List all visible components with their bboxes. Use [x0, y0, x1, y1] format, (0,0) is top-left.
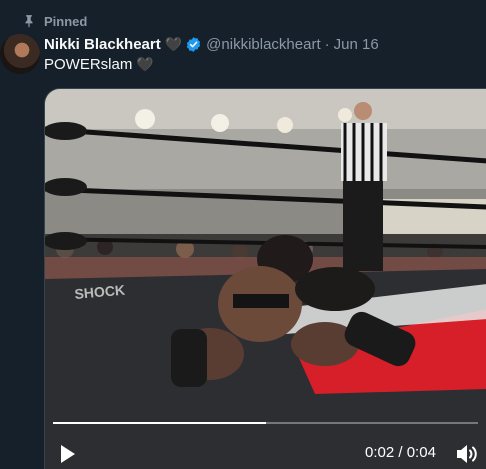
- display-name[interactable]: Nikki Blackheart: [44, 36, 161, 53]
- progress-bar[interactable]: [53, 422, 478, 424]
- author-handle[interactable]: @nikkiblackheart: [206, 36, 320, 53]
- volume-icon[interactable]: [455, 443, 479, 465]
- time-separator: /: [394, 444, 407, 461]
- duration: 0:04: [406, 444, 436, 461]
- tweet-header: Nikki Blackheart 🖤 @nikkiblackheart · Ju…: [44, 34, 379, 54]
- video-timestamp: 0:02 / 0:04: [365, 444, 436, 461]
- tweet-body: POWERslam: [44, 56, 133, 73]
- pinned-label: Pinned: [44, 13, 88, 29]
- tweet-emoji: 🖤: [136, 56, 154, 72]
- current-time: 0:02: [365, 444, 395, 461]
- avatar[interactable]: [0, 34, 40, 74]
- separator: ·: [324, 35, 330, 53]
- video-player[interactable]: SHOCK 0:02 / 0:04: [44, 88, 486, 469]
- tweet-text: POWERslam 🖤: [44, 56, 154, 73]
- verified-badge-icon[interactable]: [185, 36, 202, 53]
- pinned-indicator: Pinned: [22, 12, 87, 30]
- tweet-date[interactable]: Jun 16: [334, 36, 379, 53]
- progress-fill: [53, 422, 266, 424]
- play-icon[interactable]: [59, 443, 77, 465]
- pin-icon: [25, 15, 33, 28]
- video-frame: SHOCK: [45, 89, 486, 469]
- name-emoji: 🖤: [164, 35, 183, 52]
